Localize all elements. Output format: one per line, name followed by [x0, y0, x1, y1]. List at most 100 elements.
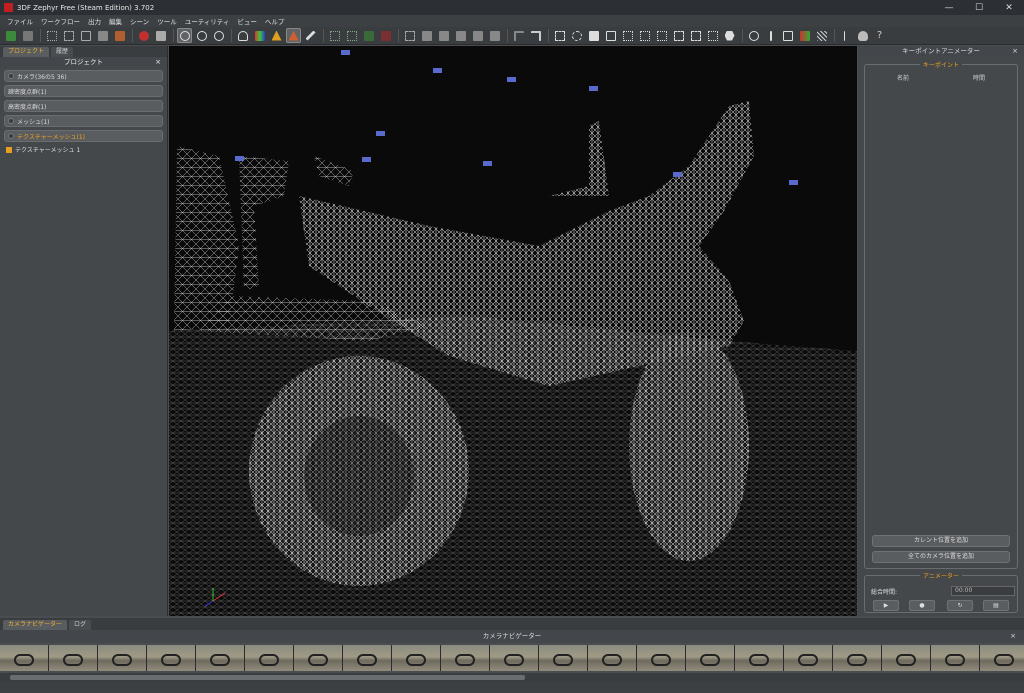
camera-icon[interactable]: [153, 28, 168, 43]
camera-thumbnail[interactable]: [392, 645, 440, 671]
maximize-button[interactable]: ☐: [964, 0, 994, 15]
tree-item-cameras[interactable]: カメラ(36の5 36): [4, 70, 163, 82]
menu-view[interactable]: ビュー: [233, 16, 261, 26]
select-box-icon[interactable]: [688, 28, 703, 43]
menu-edit[interactable]: 編集: [105, 16, 126, 26]
tree-item-dense-cloud[interactable]: 高密度点群(1): [4, 100, 163, 112]
view-top-icon[interactable]: [487, 28, 502, 43]
add-current-position-button[interactable]: カレント位置を追加: [872, 535, 1010, 547]
cloud-select-icon[interactable]: [327, 28, 342, 43]
wireframe-shading-icon[interactable]: [269, 28, 284, 43]
record-button[interactable]: ●: [909, 600, 935, 611]
camera-thumbnail[interactable]: [931, 645, 979, 671]
col-time[interactable]: 時間: [941, 73, 1017, 82]
tree-item-textured-mesh[interactable]: テクスチャーメッシュ(1): [4, 130, 163, 142]
tab-log[interactable]: ログ: [69, 620, 92, 630]
camera-navigator-close-icon[interactable]: ×: [1010, 630, 1016, 643]
export-video-button[interactable]: ▤: [983, 600, 1009, 611]
camera-thumbnail[interactable]: [245, 645, 293, 671]
camera-thumbnail[interactable]: [588, 645, 636, 671]
color-shading-icon[interactable]: [252, 28, 267, 43]
menu-help[interactable]: ヘルプ: [261, 16, 289, 26]
select-hex-icon[interactable]: [722, 28, 737, 43]
camera-thumbnail[interactable]: [294, 645, 342, 671]
scrollbar-thumb[interactable]: [10, 675, 525, 680]
view-texture-icon[interactable]: [95, 28, 110, 43]
camera-marker-icon[interactable]: [589, 86, 598, 91]
select-grow-icon[interactable]: [637, 28, 652, 43]
camera-thumbnail[interactable]: [49, 645, 97, 671]
thumbnail-scrollbar[interactable]: [0, 673, 1024, 682]
camera-marker-icon[interactable]: [789, 180, 798, 185]
visibility-checkbox[interactable]: [6, 146, 12, 153]
camera-thumbnail[interactable]: [441, 645, 489, 671]
control-point-icon[interactable]: [797, 28, 812, 43]
col-name[interactable]: 名前: [865, 73, 941, 82]
camera-thumbnail[interactable]: [735, 645, 783, 671]
select-connected-icon[interactable]: [671, 28, 686, 43]
menu-scene[interactable]: シーン: [126, 16, 153, 26]
light-bulb-icon[interactable]: [235, 28, 250, 43]
total-time-field[interactable]: 00:00: [951, 586, 1015, 596]
camera-thumbnail[interactable]: [784, 645, 832, 671]
gizmo-icon[interactable]: [838, 28, 853, 43]
close-button[interactable]: ✕: [994, 0, 1024, 15]
select-rect-icon[interactable]: [552, 28, 567, 43]
tab-project[interactable]: プロジェクト: [3, 47, 50, 57]
camera-marker-icon[interactable]: [362, 157, 371, 162]
minimize-button[interactable]: —: [934, 0, 964, 15]
menu-tools[interactable]: ツール: [153, 16, 181, 26]
camera-thumbnail[interactable]: [980, 645, 1024, 671]
mask-icon[interactable]: [855, 28, 870, 43]
orbit-icon[interactable]: [177, 28, 192, 43]
camera-thumbnail[interactable]: [343, 645, 391, 671]
tree-leaf-textured-mesh[interactable]: テクスチャーメッシュ 1: [6, 145, 161, 154]
camera-marker-icon[interactable]: [673, 172, 682, 177]
view-dense-icon[interactable]: [61, 28, 76, 43]
menu-utilities[interactable]: ユーティリティ: [181, 16, 234, 26]
tree-item-sparse-cloud[interactable]: 疎密度点群(1): [4, 85, 163, 97]
camera-marker-icon[interactable]: [376, 131, 385, 136]
camera-thumbnail[interactable]: [882, 645, 930, 671]
camera-thumbnail[interactable]: [0, 645, 48, 671]
project-panel-close-icon[interactable]: ×: [155, 57, 161, 67]
add-all-camera-positions-button[interactable]: 全てのカメラ位置を追加: [872, 551, 1010, 563]
pan-icon[interactable]: [211, 28, 226, 43]
select-shrink-icon[interactable]: [654, 28, 669, 43]
open-project-icon[interactable]: [20, 28, 35, 43]
tab-history[interactable]: 履歴: [51, 47, 74, 57]
camera-thumbnail[interactable]: [539, 645, 587, 671]
view-mesh-icon[interactable]: [78, 28, 93, 43]
measure-icon[interactable]: [746, 28, 761, 43]
record-icon[interactable]: [136, 28, 151, 43]
help-icon[interactable]: ?: [872, 28, 887, 43]
bbox-icon[interactable]: [402, 28, 417, 43]
camera-thumbnail[interactable]: [490, 645, 538, 671]
camera-marker-icon[interactable]: [507, 77, 516, 82]
select-all-icon[interactable]: [603, 28, 618, 43]
undo-icon[interactable]: [511, 28, 526, 43]
view-color-icon[interactable]: [112, 28, 127, 43]
new-project-icon[interactable]: [3, 28, 18, 43]
camera-thumbnail[interactable]: [98, 645, 146, 671]
scale-icon[interactable]: [763, 28, 778, 43]
camera-thumbnail[interactable]: [147, 645, 195, 671]
view-points-icon[interactable]: [44, 28, 59, 43]
view-left-icon[interactable]: [453, 28, 468, 43]
view-right-icon[interactable]: [470, 28, 485, 43]
transform-icon[interactable]: [780, 28, 795, 43]
select-lasso-icon[interactable]: [569, 28, 584, 43]
tab-camera-navigator[interactable]: カメラナビゲーター: [3, 620, 68, 630]
menu-workflow[interactable]: ワークフロー: [37, 16, 84, 26]
view-front-icon[interactable]: [419, 28, 434, 43]
select-inverse-icon[interactable]: [586, 28, 601, 43]
mesh-red-icon[interactable]: [378, 28, 393, 43]
menu-file[interactable]: ファイル: [3, 16, 37, 26]
camera-marker-icon[interactable]: [433, 68, 442, 73]
camera-marker-icon[interactable]: [341, 50, 350, 55]
keypoint-animator-close-icon[interactable]: ×: [1012, 46, 1018, 56]
mesh-green-icon[interactable]: [361, 28, 376, 43]
camera-thumbnail[interactable]: [833, 645, 881, 671]
rotate-icon[interactable]: [194, 28, 209, 43]
camera-thumbnail[interactable]: [196, 645, 244, 671]
